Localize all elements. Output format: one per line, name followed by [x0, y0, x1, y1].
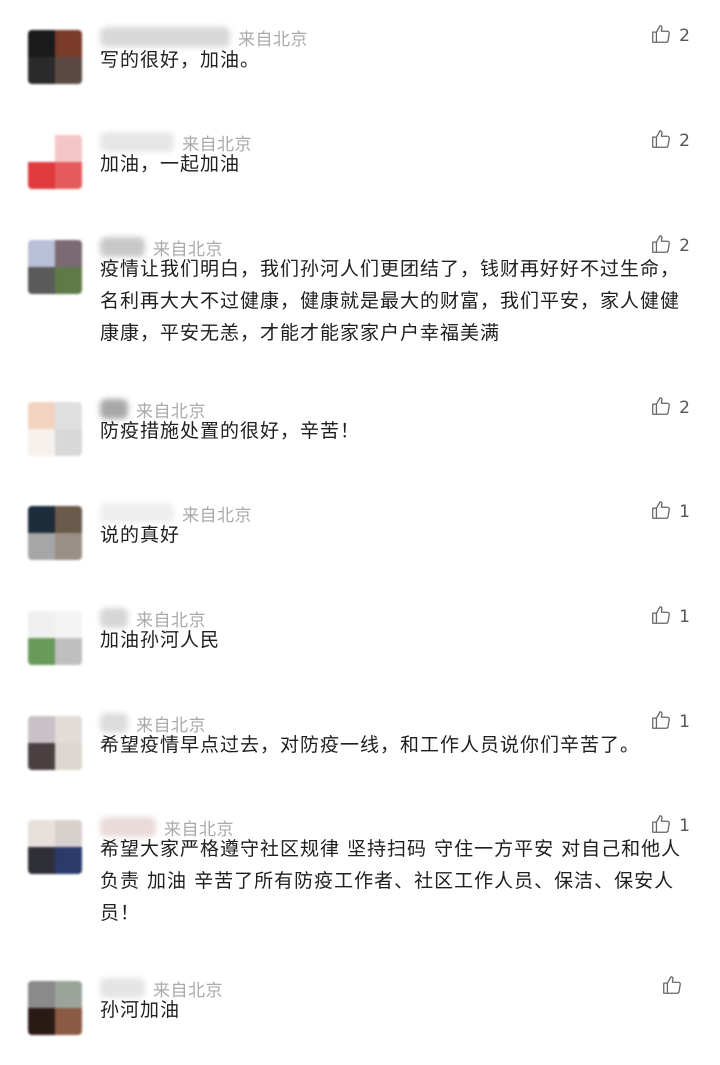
- like-button[interactable]: 1: [650, 708, 690, 736]
- thumbs-up-icon: [650, 709, 672, 735]
- comment-text: 疫情让我们明白，我们孙河人们更团结了，钱财再好好不过生命，名利再大大不过健康，健…: [100, 258, 681, 344]
- avatar[interactable]: [28, 506, 82, 560]
- like-button[interactable]: 1: [650, 603, 690, 631]
- avatar[interactable]: [28, 30, 82, 84]
- like-button[interactable]: 1: [650, 812, 690, 840]
- thumbs-up-icon: [650, 604, 672, 630]
- like-button[interactable]: 2: [650, 232, 690, 260]
- thumbs-up-icon: [650, 813, 672, 839]
- comment-text: 说的真好: [100, 524, 181, 546]
- comment-text: 孙河加油: [100, 999, 181, 1021]
- like-count: 2: [679, 398, 690, 418]
- avatar[interactable]: [28, 716, 82, 770]
- like-count: 1: [679, 712, 690, 732]
- comment-text: 写的很好，加油。: [100, 49, 261, 71]
- thumbs-up-icon: [650, 233, 672, 259]
- like-count: 1: [679, 502, 690, 522]
- comment-text: 希望大家严格遵守社区规律 坚持扫码 守住一方平安 对自己和他人负责 加油 辛苦了…: [100, 838, 682, 924]
- like-count: 2: [679, 236, 690, 256]
- comment-text: 防疫措施处置的很好，辛苦！: [100, 420, 361, 442]
- thumbs-up-icon: [661, 974, 683, 1000]
- comment-text: 加油孙河人民: [100, 629, 221, 651]
- like-button[interactable]: 2: [650, 22, 690, 50]
- like-button[interactable]: [661, 973, 690, 1001]
- like-count: 1: [679, 607, 690, 627]
- avatar[interactable]: [28, 611, 82, 665]
- like-button[interactable]: 1: [650, 498, 690, 526]
- like-count: 2: [679, 131, 690, 151]
- avatar[interactable]: [28, 820, 82, 874]
- comment-text: 希望疫情早点过去，对防疫一线，和工作人员说你们辛苦了。: [100, 734, 641, 756]
- thumbs-up-icon: [650, 395, 672, 421]
- avatar[interactable]: [28, 240, 82, 294]
- thumbs-up-icon: [650, 23, 672, 49]
- avatar[interactable]: [28, 402, 82, 456]
- thumbs-up-icon: [650, 128, 672, 154]
- comments-screen: { "comments": [ {"location": "来自北京", "co…: [0, 0, 720, 1065]
- like-button[interactable]: 2: [650, 127, 690, 155]
- like-button[interactable]: 2: [650, 394, 690, 422]
- comment-text: 加油，一起加油: [100, 153, 241, 175]
- like-count: 1: [679, 816, 690, 836]
- like-count: 2: [679, 26, 690, 46]
- avatar[interactable]: [28, 981, 82, 1035]
- avatar[interactable]: [28, 135, 82, 189]
- thumbs-up-icon: [650, 499, 672, 525]
